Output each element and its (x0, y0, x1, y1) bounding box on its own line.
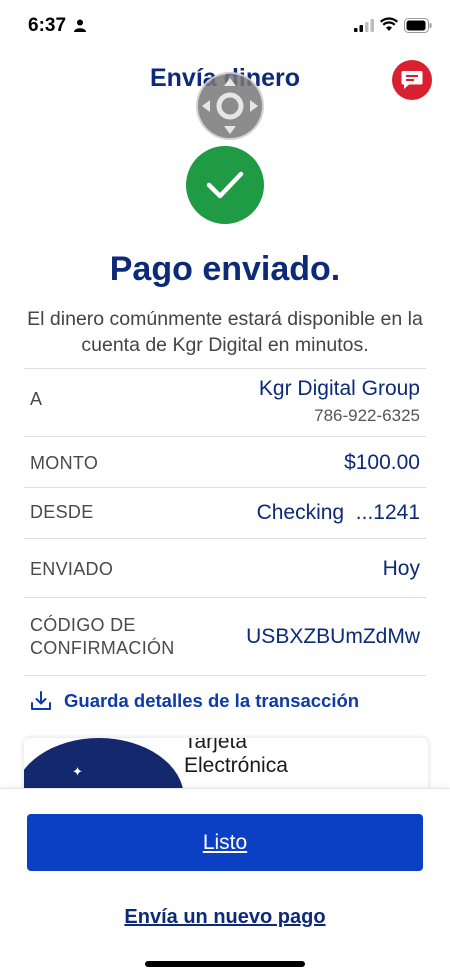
directional-pad-icon (202, 78, 258, 134)
promo-title-line2: Electrónica (184, 754, 288, 777)
amount-label: MONTO (30, 453, 99, 473)
status-time: 6:37 (28, 15, 67, 36)
battery-icon (404, 18, 432, 33)
checkmark-icon (206, 171, 244, 199)
recipient-name: Kgr Digital Group (258, 377, 420, 400)
sent-label: ENVIADO (30, 559, 114, 579)
divider (24, 675, 426, 676)
person-icon (74, 19, 86, 32)
recipient-phone: 786-922-6325 (314, 406, 420, 425)
divider (24, 368, 426, 369)
done-button-label: Listo (202, 830, 248, 854)
sent-value: Hoy (382, 557, 420, 580)
amount-value: $100.00 (344, 451, 420, 474)
assistive-touch-overlay[interactable] (196, 72, 264, 140)
confirmation-message: El dinero comúnmente estará disponible e… (27, 308, 423, 356)
signal-icon (354, 19, 374, 32)
send-new-payment-link[interactable]: Envía un nuevo pago (0, 906, 450, 929)
divider (24, 538, 426, 539)
chat-icon (401, 71, 423, 89)
from-account: Checking ...1241 (256, 501, 420, 524)
promo-title-line1: Tarjeta (184, 738, 248, 753)
wifi-icon (380, 17, 398, 31)
done-button[interactable]: Listo (27, 814, 423, 871)
divider (24, 597, 426, 598)
confirmation-code: USBXZBUmZdMw (246, 625, 420, 648)
confirmation-code-label-line2: CONFIRMACIÓN (30, 638, 175, 658)
confirmation-headline: Pago enviado. (109, 250, 341, 288)
divider (24, 436, 426, 437)
from-label: DESDE (30, 502, 94, 522)
home-indicator[interactable] (145, 961, 305, 967)
download-icon (31, 691, 51, 710)
status-bar: 6:37 (0, 0, 450, 52)
recipient-label: A (30, 389, 43, 409)
save-transaction-details-link[interactable]: Guarda detalles de la transacción (30, 690, 359, 712)
success-badge (186, 146, 264, 224)
sparkle-icon: ✦ (72, 764, 83, 779)
divider (24, 487, 426, 488)
chat-button[interactable] (392, 60, 432, 100)
confirmation-code-label-line1: CÓDIGO DE (30, 615, 136, 635)
save-transaction-details-label: Guarda detalles de la transacción (64, 690, 360, 711)
